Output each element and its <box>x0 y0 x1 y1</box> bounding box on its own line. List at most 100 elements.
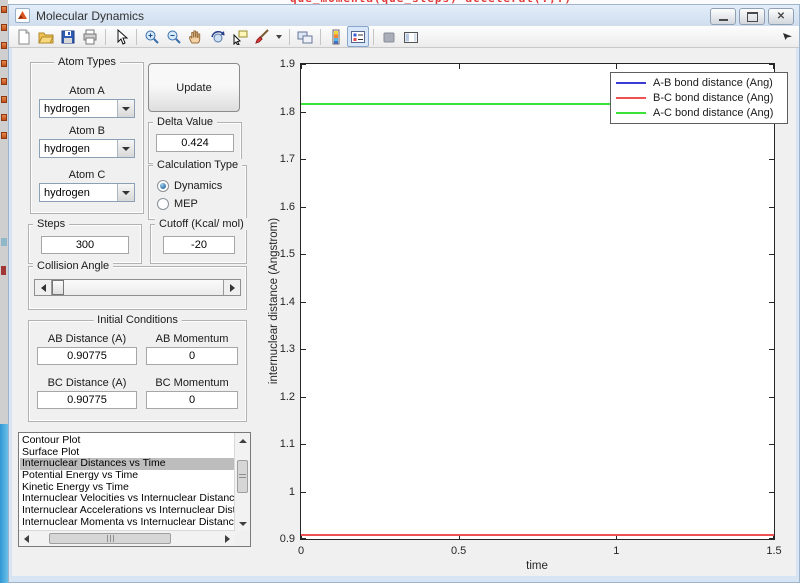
legend-entry: B-C bond distance (Ang) <box>616 91 782 105</box>
listbox-horizontal-scrollbar[interactable] <box>19 530 235 546</box>
brush-icon <box>255 28 269 44</box>
atom-c-dropdown[interactable]: hydrogen <box>39 183 135 202</box>
listbox-vertical-scrollbar[interactable] <box>234 433 250 531</box>
calculation-type-legend: Calculation Type <box>153 159 243 171</box>
x-tick-mark <box>458 64 460 69</box>
radio-dynamics[interactable]: Dynamics <box>157 179 222 193</box>
horizontal-scroll-thumb[interactable] <box>49 533 171 544</box>
collision-angle-slider[interactable] <box>34 279 241 296</box>
bc-distance-a-field[interactable]: 0.90775 <box>37 391 137 409</box>
minimize-icon <box>718 18 728 21</box>
radio-label: Dynamics <box>174 180 223 192</box>
maximize-button[interactable] <box>739 8 765 25</box>
figure-canvas: Atom Types Atom A hydrogen Atom B hydrogen A… <box>12 48 796 576</box>
save-button[interactable] <box>57 26 79 47</box>
y-tick-mark <box>769 396 774 398</box>
radio-mep[interactable]: MEP <box>157 197 198 211</box>
list-item[interactable]: Kinetic Energy vs Time <box>20 482 234 494</box>
minimize-button[interactable] <box>710 8 736 25</box>
scroll-up-button[interactable] <box>235 433 250 448</box>
y-tick-mark <box>769 491 774 493</box>
toolbar-separator <box>136 28 137 45</box>
show-plot-tools-icon <box>404 31 418 43</box>
new-document-icon <box>18 29 30 44</box>
list-item[interactable]: Surface Plot <box>20 447 234 459</box>
update-button[interactable]: Update <box>148 63 240 112</box>
scroll-left-button[interactable] <box>19 531 34 546</box>
y-tick-label: 1.9 <box>279 58 295 70</box>
y-tick-label: 1.4 <box>279 295 295 308</box>
rotate-3d-icon <box>211 30 225 42</box>
x-tick-mark <box>616 64 618 69</box>
pan-button[interactable] <box>185 26 207 47</box>
colorbar-button[interactable] <box>325 26 347 47</box>
scroll-down-button[interactable] <box>235 516 250 531</box>
list-item[interactable]: Internuclear Momenta vs Internuclear Dis… <box>20 517 234 529</box>
close-icon: ✕ <box>776 10 786 22</box>
atom-c-value: hydrogen <box>44 187 90 199</box>
radio-label: MEP <box>174 198 198 210</box>
mouse-cursor-icon <box>783 33 792 40</box>
background-window-sliver <box>0 0 8 583</box>
slider-left-arrow[interactable] <box>35 280 52 295</box>
ab-distance-a-label: AB Distance (A) <box>47 333 127 345</box>
screen: que_momenta(que_steps) accelerat(:,:) Mo… <box>0 0 800 583</box>
atom-b-value: hydrogen <box>44 143 90 155</box>
slider-right-arrow[interactable] <box>223 280 240 295</box>
list-item[interactable]: Internuclear Accelerations vs Internucle… <box>20 505 234 517</box>
list-item[interactable]: Contour Plot <box>20 435 234 447</box>
open-folder-icon <box>38 32 54 43</box>
bc-distance-a-label: BC Distance (A) <box>47 377 127 389</box>
print-button[interactable] <box>79 26 101 47</box>
legend-line-sample <box>616 82 646 85</box>
zoom-in-button[interactable] <box>141 26 163 47</box>
chevron-down-icon[interactable] <box>117 184 134 201</box>
bc-momentum-field[interactable]: 0 <box>146 391 238 409</box>
slider-thumb[interactable] <box>52 280 64 295</box>
toolbar-separator <box>373 28 374 45</box>
link-plot-button[interactable] <box>294 26 316 47</box>
legend-button[interactable] <box>347 26 369 47</box>
insert-colorbar-icon <box>332 29 340 44</box>
delta-value-legend: Delta Value <box>153 116 218 128</box>
rotate-3d-button[interactable] <box>207 26 229 47</box>
hide-plot-tools-button[interactable] <box>378 26 400 47</box>
new-document-button[interactable] <box>13 26 35 47</box>
data-cursor-icon <box>233 30 248 45</box>
pan-hand-icon <box>188 30 201 43</box>
list-item[interactable]: Internuclear Distances vs Time <box>20 458 234 471</box>
vertical-scroll-thumb[interactable] <box>237 460 248 493</box>
ab-momentum-field[interactable]: 0 <box>146 347 238 365</box>
pointer-tool-button[interactable] <box>110 26 132 47</box>
ab-distance-a-field[interactable]: 0.90775 <box>37 347 137 365</box>
maximize-icon <box>746 11 758 22</box>
series-line <box>301 534 774 537</box>
y-tick-label: 1.8 <box>279 105 295 118</box>
arrow-left-icon <box>40 283 46 292</box>
list-item[interactable]: Internuclear Velocities vs Internuclear … <box>20 493 234 505</box>
close-button[interactable]: ✕ <box>768 8 794 25</box>
open-button[interactable] <box>35 26 57 47</box>
scroll-right-button[interactable] <box>220 531 235 546</box>
legend-label: A-B bond distance (Ang) <box>653 77 773 90</box>
data-cursor-button[interactable] <box>229 26 251 47</box>
atom-types-group: Atom Types Atom A hydrogen Atom B hydrogen A… <box>30 56 144 214</box>
titlebar[interactable]: Molecular Dynamics ✕ <box>9 5 799 26</box>
cutoff-field[interactable]: -20 <box>163 236 235 254</box>
list-item[interactable]: Potential Energy vs Time <box>20 470 234 482</box>
brush-button[interactable] <box>251 26 273 47</box>
zoom-out-button[interactable] <box>163 26 185 47</box>
molecular-dynamics-window: Molecular Dynamics ✕ Atom Types Atom A h… <box>8 4 800 583</box>
show-plot-tools-button[interactable] <box>400 26 422 47</box>
y-tick-label: 1.5 <box>279 248 295 260</box>
chevron-down-icon[interactable] <box>117 100 134 117</box>
atom-b-dropdown[interactable]: hydrogen <box>39 139 135 158</box>
delta-value-field[interactable]: 0.424 <box>156 134 234 152</box>
chevron-down-icon[interactable] <box>117 140 134 157</box>
atom-a-dropdown[interactable]: hydrogen <box>39 99 135 118</box>
y-tick-mark <box>301 349 306 350</box>
brush-dropdown-button[interactable] <box>273 26 285 47</box>
legend-entry: A-B bond distance (Ang) <box>616 76 782 90</box>
y-tick-label: 1 <box>288 485 295 498</box>
steps-field[interactable]: 300 <box>41 236 129 254</box>
